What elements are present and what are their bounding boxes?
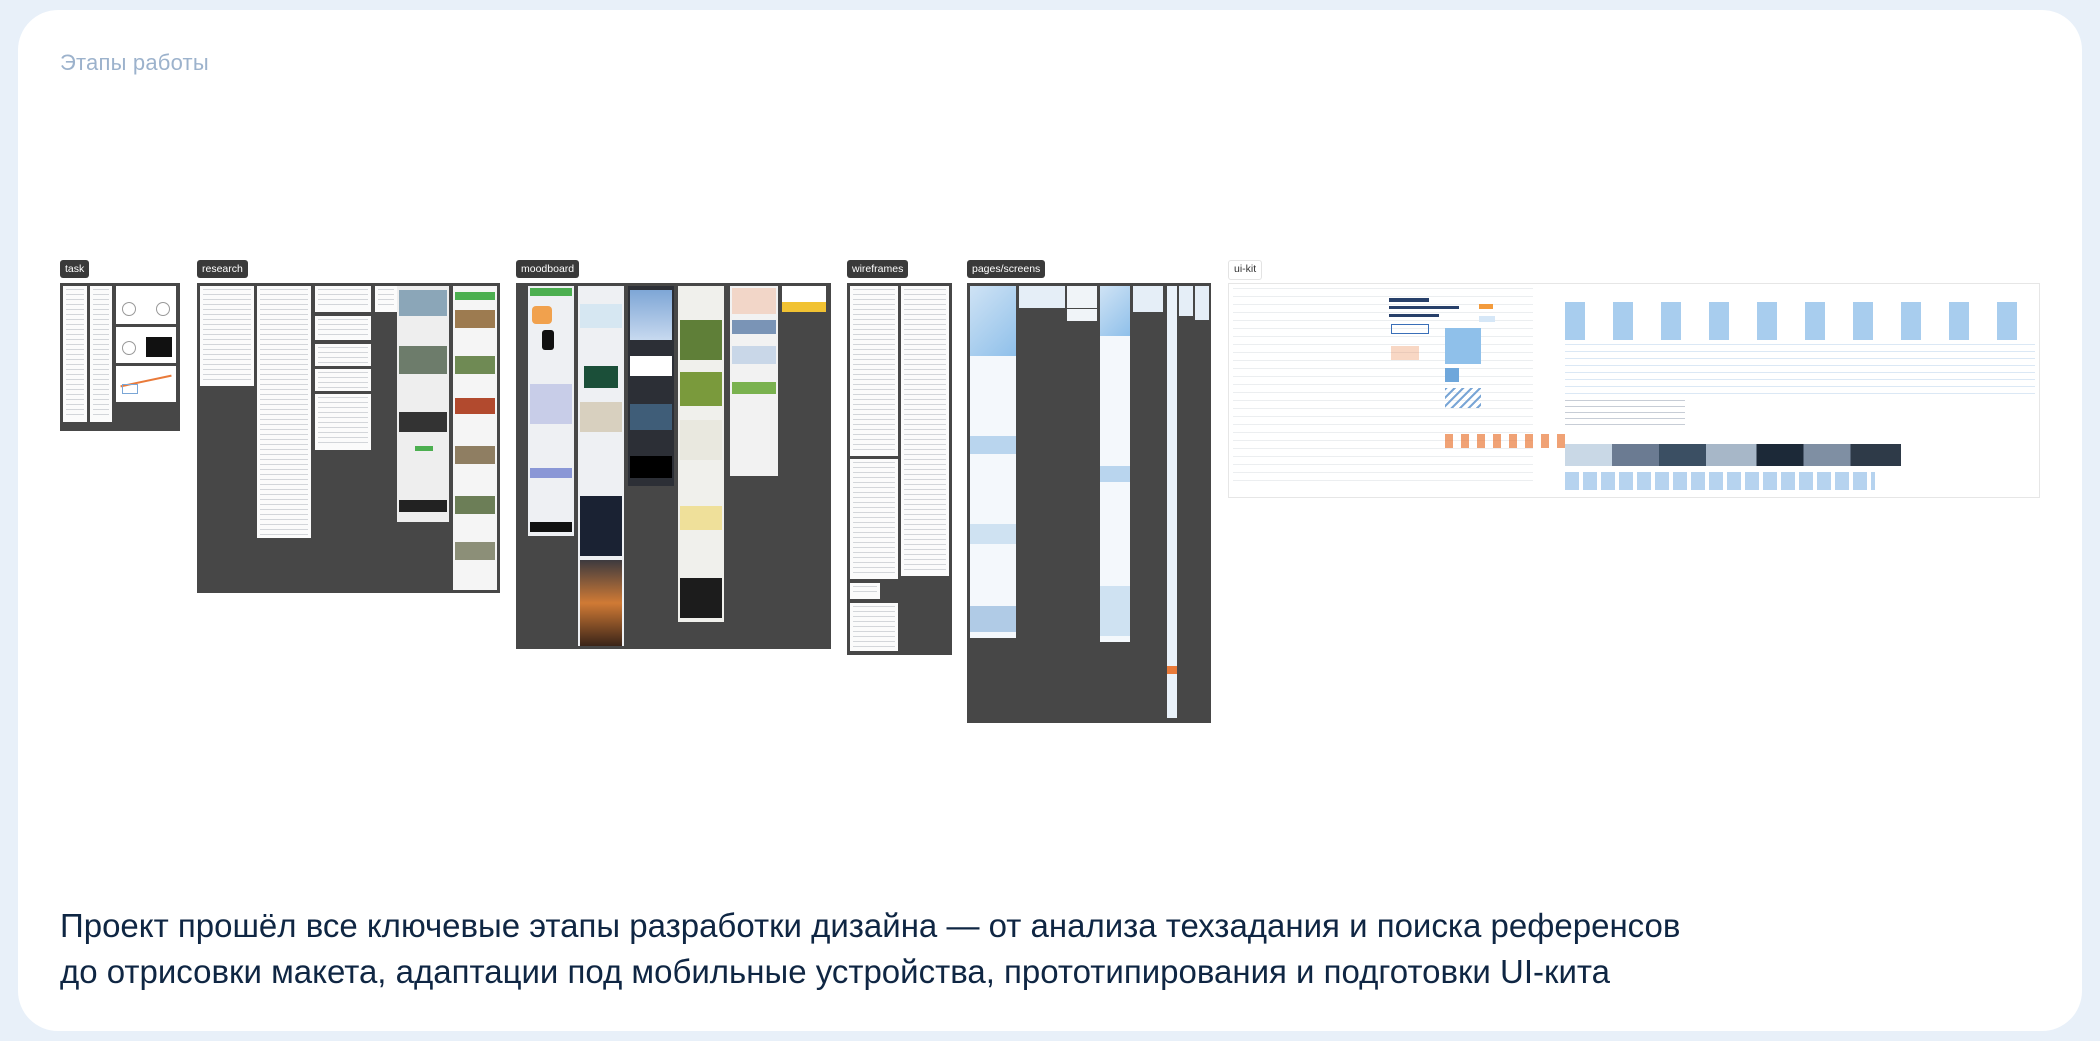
stage-label-research: research xyxy=(197,260,248,278)
caption-line-2: до отрисовки макета, адаптации под мобил… xyxy=(60,953,1610,990)
task-board[interactable] xyxy=(60,283,180,431)
stages-card: Этапы работы task research moodboard wir… xyxy=(18,10,2082,1031)
stage-label-moodboard: moodboard xyxy=(516,260,580,278)
moodboard-board[interactable] xyxy=(516,283,831,649)
stage-label-task: task xyxy=(60,260,90,278)
pages-screens-board[interactable] xyxy=(967,283,1211,723)
ui-kit-board[interactable] xyxy=(1228,283,2040,498)
stage-label-wireframes: wireframes xyxy=(847,260,909,278)
wireframes-board[interactable] xyxy=(847,283,952,655)
project-caption: Проект прошёл все ключевые этапы разрабо… xyxy=(60,903,2020,995)
section-title: Этапы работы xyxy=(60,50,209,75)
stage-label-pages-screens: pages/screens xyxy=(967,260,1046,278)
stage-label-ui-kit: ui-kit xyxy=(1228,260,1263,280)
research-board[interactable] xyxy=(197,283,500,593)
caption-line-1: Проект прошёл все ключевые этапы разрабо… xyxy=(60,907,1681,944)
